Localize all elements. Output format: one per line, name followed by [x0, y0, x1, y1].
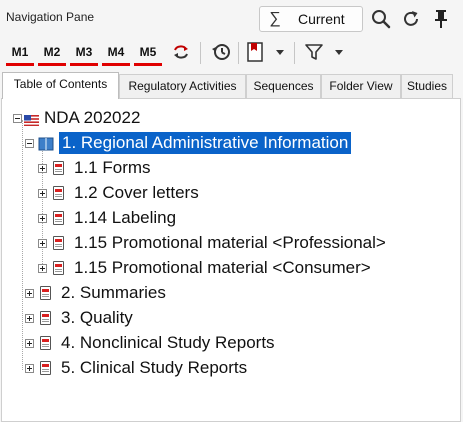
document-icon: [40, 286, 51, 300]
document-icon: [53, 211, 64, 225]
tree-item-module-3[interactable]: 3. Quality: [2, 307, 460, 332]
document-icon: [53, 161, 64, 175]
expand-toggle[interactable]: [25, 339, 34, 348]
collapse-toggle[interactable]: [25, 139, 34, 148]
document-icon: [40, 311, 51, 325]
history-icon[interactable]: [210, 41, 232, 63]
document-icon: [53, 236, 64, 250]
tree-item-label: 1.15 Promotional material <Consumer>: [74, 258, 371, 277]
tab-studies[interactable]: Studies: [401, 74, 453, 98]
document-icon: [53, 186, 64, 200]
tree-item-label: 2. Summaries: [61, 283, 166, 302]
expand-toggle[interactable]: [38, 239, 47, 248]
tree-item[interactable]: 1.1 Forms: [2, 157, 460, 182]
tree-root-label: NDA 202022: [44, 108, 141, 127]
pane-header: Navigation Pane ∑ Current: [0, 0, 463, 36]
tree-item-module-4[interactable]: 4. Nonclinical Study Reports: [2, 332, 460, 357]
expand-toggle[interactable]: [38, 164, 47, 173]
filter-icon[interactable]: [303, 41, 325, 63]
tab-table-of-contents[interactable]: Table of Contents: [2, 72, 119, 99]
bookmark-dropdown-caret[interactable]: [276, 50, 284, 55]
pin-icon[interactable]: [430, 8, 452, 30]
tree-item-module-2[interactable]: 2. Summaries: [2, 282, 460, 307]
collapse-toggle[interactable]: [13, 114, 22, 123]
tree-item-label: 5. Clinical Study Reports: [61, 358, 248, 377]
expand-toggle[interactable]: [25, 289, 34, 298]
expand-toggle[interactable]: [38, 264, 47, 273]
tree-item[interactable]: 1.15 Promotional material <Professional>: [2, 232, 460, 257]
navigation-pane: Navigation Pane ∑ Current M1 M2 M3 M4 M5…: [0, 0, 463, 422]
tree-item-label: 3. Quality: [61, 308, 133, 327]
sync-icon[interactable]: [170, 41, 192, 63]
toolbar-separator: [200, 42, 201, 64]
tab-sequences[interactable]: Sequences: [246, 74, 321, 98]
tree-item-label: 1.15 Promotional material <Professional>: [74, 233, 386, 252]
tree-item-label: 4. Nonclinical Study Reports: [61, 333, 275, 352]
current-scope-label: Current: [298, 11, 345, 27]
current-scope-button[interactable]: ∑ Current: [259, 6, 363, 32]
tree-item-label-selected: 1. Regional Administrative Information: [57, 131, 353, 155]
bookmark-document-icon[interactable]: [244, 41, 266, 63]
open-book-icon: [38, 137, 54, 151]
m3-button[interactable]: M3: [70, 42, 98, 66]
tree-item[interactable]: 1.14 Labeling: [2, 207, 460, 232]
refresh-icon[interactable]: [400, 8, 422, 30]
tree-root[interactable]: NDA 202022: [2, 107, 460, 132]
tree-item[interactable]: 1.2 Cover letters: [2, 182, 460, 207]
pane-title: Navigation Pane: [6, 10, 95, 24]
m5-button[interactable]: M5: [134, 42, 162, 66]
tree-item-module-1[interactable]: 1. Regional Administrative Information: [2, 131, 460, 157]
search-icon[interactable]: [370, 8, 392, 30]
m4-button[interactable]: M4: [102, 42, 130, 66]
view-tabs: Table of Contents Regulatory Activities …: [0, 72, 463, 99]
toc-tree: NDA 202022 1. Regional Administrative In…: [1, 98, 461, 422]
module-toolbar: M1 M2 M3 M4 M5: [0, 38, 463, 68]
document-icon: [40, 336, 51, 350]
filter-dropdown-caret[interactable]: [335, 50, 343, 55]
expand-toggle[interactable]: [25, 364, 34, 373]
tree-item-label: 1.14 Labeling: [74, 208, 177, 227]
expand-toggle[interactable]: [38, 189, 47, 198]
tree-item-module-5[interactable]: 5. Clinical Study Reports: [2, 357, 460, 382]
m1-button[interactable]: M1: [6, 42, 34, 66]
toolbar-separator: [238, 42, 239, 64]
expand-toggle[interactable]: [38, 214, 47, 223]
document-icon: [40, 361, 51, 375]
sigma-icon: ∑: [269, 10, 281, 27]
tab-folder-view[interactable]: Folder View: [321, 74, 401, 98]
expand-toggle[interactable]: [25, 314, 34, 323]
tree-item[interactable]: 1.15 Promotional material <Consumer>: [2, 257, 460, 282]
document-icon: [53, 261, 64, 275]
tree-item-label: 1.1 Forms: [74, 158, 151, 177]
tab-regulatory-activities[interactable]: Regulatory Activities: [119, 74, 246, 98]
toolbar-separator: [294, 42, 295, 64]
us-flag-icon: [24, 113, 39, 126]
tree-item-label: 1.2 Cover letters: [74, 183, 199, 202]
m2-button[interactable]: M2: [38, 42, 66, 66]
